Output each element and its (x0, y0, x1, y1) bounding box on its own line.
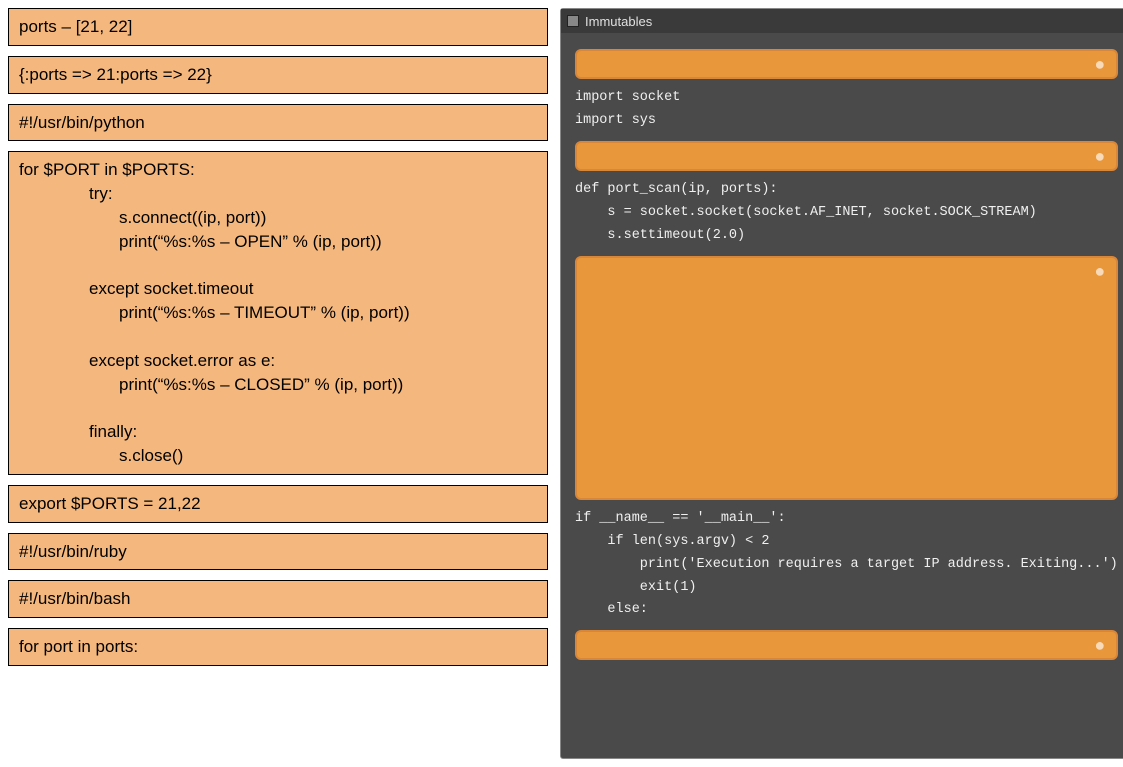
answer-tile[interactable]: for port in ports: (8, 628, 548, 666)
panel-body: ● import socketimport sys ● def port_scan(i… (561, 33, 1123, 758)
code-line: s.connect((ip, port)) (19, 206, 537, 230)
code-line: exit(1) (575, 577, 1118, 600)
titlebar-icon (567, 15, 579, 27)
drop-zone-marker-icon[interactable]: ● (1092, 149, 1108, 165)
code-line: print(“%s:%s – OPEN” % (ip, port)) (19, 230, 537, 254)
drop-zone[interactable]: ● (575, 256, 1118, 500)
answer-tile[interactable]: ports – [21, 22] (8, 8, 548, 46)
code-line: s = socket.socket(socket.AF_INET, socket… (575, 202, 1118, 225)
code-line: for $PORT in $PORTS: (19, 158, 537, 182)
panel-titlebar: Immutables (561, 9, 1123, 33)
code-line: import sys (575, 110, 1118, 133)
drop-zone[interactable]: ● (575, 49, 1118, 79)
code-line: else: (575, 599, 1118, 622)
drop-zone-marker-icon[interactable]: ● (1092, 57, 1108, 73)
code-line: print(“%s:%s – TIMEOUT” % (ip, port)) (19, 301, 537, 325)
answer-tiles-panel: ports – [21, 22] {:ports => 21:ports => 2… (8, 8, 548, 759)
immutable-code-block: if __name__ == '__main__': if len(sys.ar… (575, 508, 1118, 623)
code-line: s.settimeout(2.0) (575, 225, 1118, 248)
code-line: except socket.timeout (19, 277, 537, 301)
drop-zone-marker-icon[interactable]: ● (1092, 264, 1108, 280)
immutable-code-block: import socketimport sys (575, 87, 1118, 133)
drop-zone[interactable]: ● (575, 141, 1118, 171)
immutables-panel: Immutables ● import socketimport sys ● def … (560, 8, 1123, 759)
drop-zone[interactable]: ● (575, 630, 1118, 660)
code-line: try: (19, 182, 537, 206)
code-line (19, 325, 537, 349)
code-line: s.close() (19, 444, 537, 468)
code-line: def port_scan(ip, ports): (575, 179, 1118, 202)
code-line: if __name__ == '__main__': (575, 508, 1118, 531)
code-line: import socket (575, 87, 1118, 110)
answer-tile[interactable]: #!/usr/bin/bash (8, 580, 548, 618)
drop-zone-marker-icon[interactable]: ● (1092, 638, 1108, 654)
code-line: except socket.error as e: (19, 349, 537, 373)
answer-tile[interactable]: for $PORT in $PORTS:try:s.connect((ip, p… (8, 151, 548, 474)
answer-tile[interactable]: #!/usr/bin/ruby (8, 533, 548, 571)
code-line: if len(sys.argv) < 2 (575, 531, 1118, 554)
code-line: print(“%s:%s – CLOSED” % (ip, port)) (19, 373, 537, 397)
panel-title: Immutables (585, 14, 652, 29)
code-line (19, 396, 537, 420)
immutable-code-block: def port_scan(ip, ports): s = socket.soc… (575, 179, 1118, 248)
code-line: finally: (19, 420, 537, 444)
code-line: print('Execution requires a target IP ad… (575, 554, 1118, 577)
answer-tile[interactable]: export $PORTS = 21,22 (8, 485, 548, 523)
answer-tile[interactable]: {:ports => 21:ports => 22} (8, 56, 548, 94)
answer-tile[interactable]: #!/usr/bin/python (8, 104, 548, 142)
code-line (19, 254, 537, 278)
